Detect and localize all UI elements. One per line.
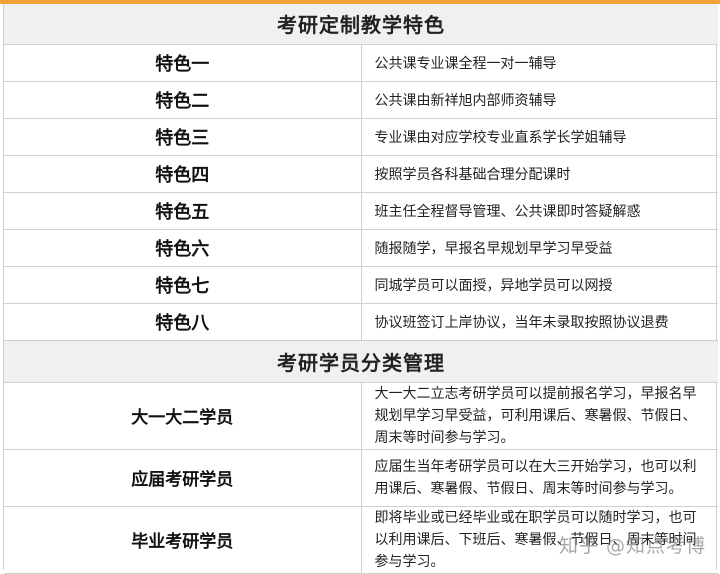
row-label: 特色二 (4, 81, 362, 119)
row-text: 公共课专业课全程一对一辅导 (361, 44, 718, 82)
section-header-student-management: 考研学员分类管理 (4, 340, 718, 383)
row-label: 大一大二学员 (4, 382, 362, 450)
row-label: 特色八 (4, 303, 362, 341)
table-row: 应届考研学员 应届生当年考研学员可以在大三开始学习，也可以利用课后、寒暑假、节假… (4, 449, 718, 507)
table-row: 特色二 公共课由新祥旭内部师资辅导 (4, 81, 718, 119)
table-row: 特色八 协议班签订上岸协议，当年未录取按照协议退费 (4, 303, 718, 341)
table-row: 特色一 公共课专业课全程一对一辅导 (4, 44, 718, 82)
table-row: 特色三 专业课由对应学校专业直系学长学姐辅导 (4, 118, 718, 156)
feature-table-frame: 考研定制教学特色 特色一 公共课专业课全程一对一辅导 特色二 公共课由新祥旭内部… (3, 4, 718, 574)
row-label: 特色六 (4, 229, 362, 267)
table-row: 大一大二学员 大一大二立志考研学员可以提前报名学习，早报名早规划早学习早受益，可… (4, 382, 718, 450)
row-text: 大一大二立志考研学员可以提前报名学习，早报名早规划早学习早受益，可利用课后、寒暑… (361, 382, 718, 450)
row-label: 毕业考研学员 (4, 506, 362, 574)
section-title: 考研定制教学特色 (4, 4, 718, 45)
section-title: 考研学员分类管理 (4, 340, 718, 383)
row-text: 公共课由新祥旭内部师资辅导 (361, 81, 718, 119)
row-text: 班主任全程督导管理、公共课即时答疑解惑 (361, 192, 718, 230)
row-text: 应届生当年考研学员可以在大三开始学习，也可以利用课后、寒暑假、节假日、周末等时间… (361, 449, 718, 507)
row-label: 应届考研学员 (4, 449, 362, 507)
row-label: 特色一 (4, 44, 362, 82)
row-label: 特色三 (4, 118, 362, 156)
row-text: 同城学员可以面授，异地学员可以网授 (361, 266, 718, 304)
feature-table: 考研定制教学特色 特色一 公共课专业课全程一对一辅导 特色二 公共课由新祥旭内部… (4, 4, 718, 574)
table-row: 特色七 同城学员可以面授，异地学员可以网授 (4, 266, 718, 304)
section-header-teaching-features: 考研定制教学特色 (4, 4, 718, 45)
row-label: 特色五 (4, 192, 362, 230)
table-row: 特色五 班主任全程督导管理、公共课即时答疑解惑 (4, 192, 718, 230)
row-text: 协议班签订上岸协议，当年未录取按照协议退费 (361, 303, 718, 341)
row-text: 随报随学，早报名早规划早学习早受益 (361, 229, 718, 267)
table-row: 特色四 按照学员各科基础合理分配课时 (4, 155, 718, 193)
table-row: 特色六 随报随学，早报名早规划早学习早受益 (4, 229, 718, 267)
source-watermark: 知乎 @知点考博 (558, 535, 706, 557)
row-text: 专业课由对应学校专业直系学长学姐辅导 (361, 118, 718, 156)
row-label: 特色四 (4, 155, 362, 193)
row-label: 特色七 (4, 266, 362, 304)
row-text: 按照学员各科基础合理分配课时 (361, 155, 718, 193)
